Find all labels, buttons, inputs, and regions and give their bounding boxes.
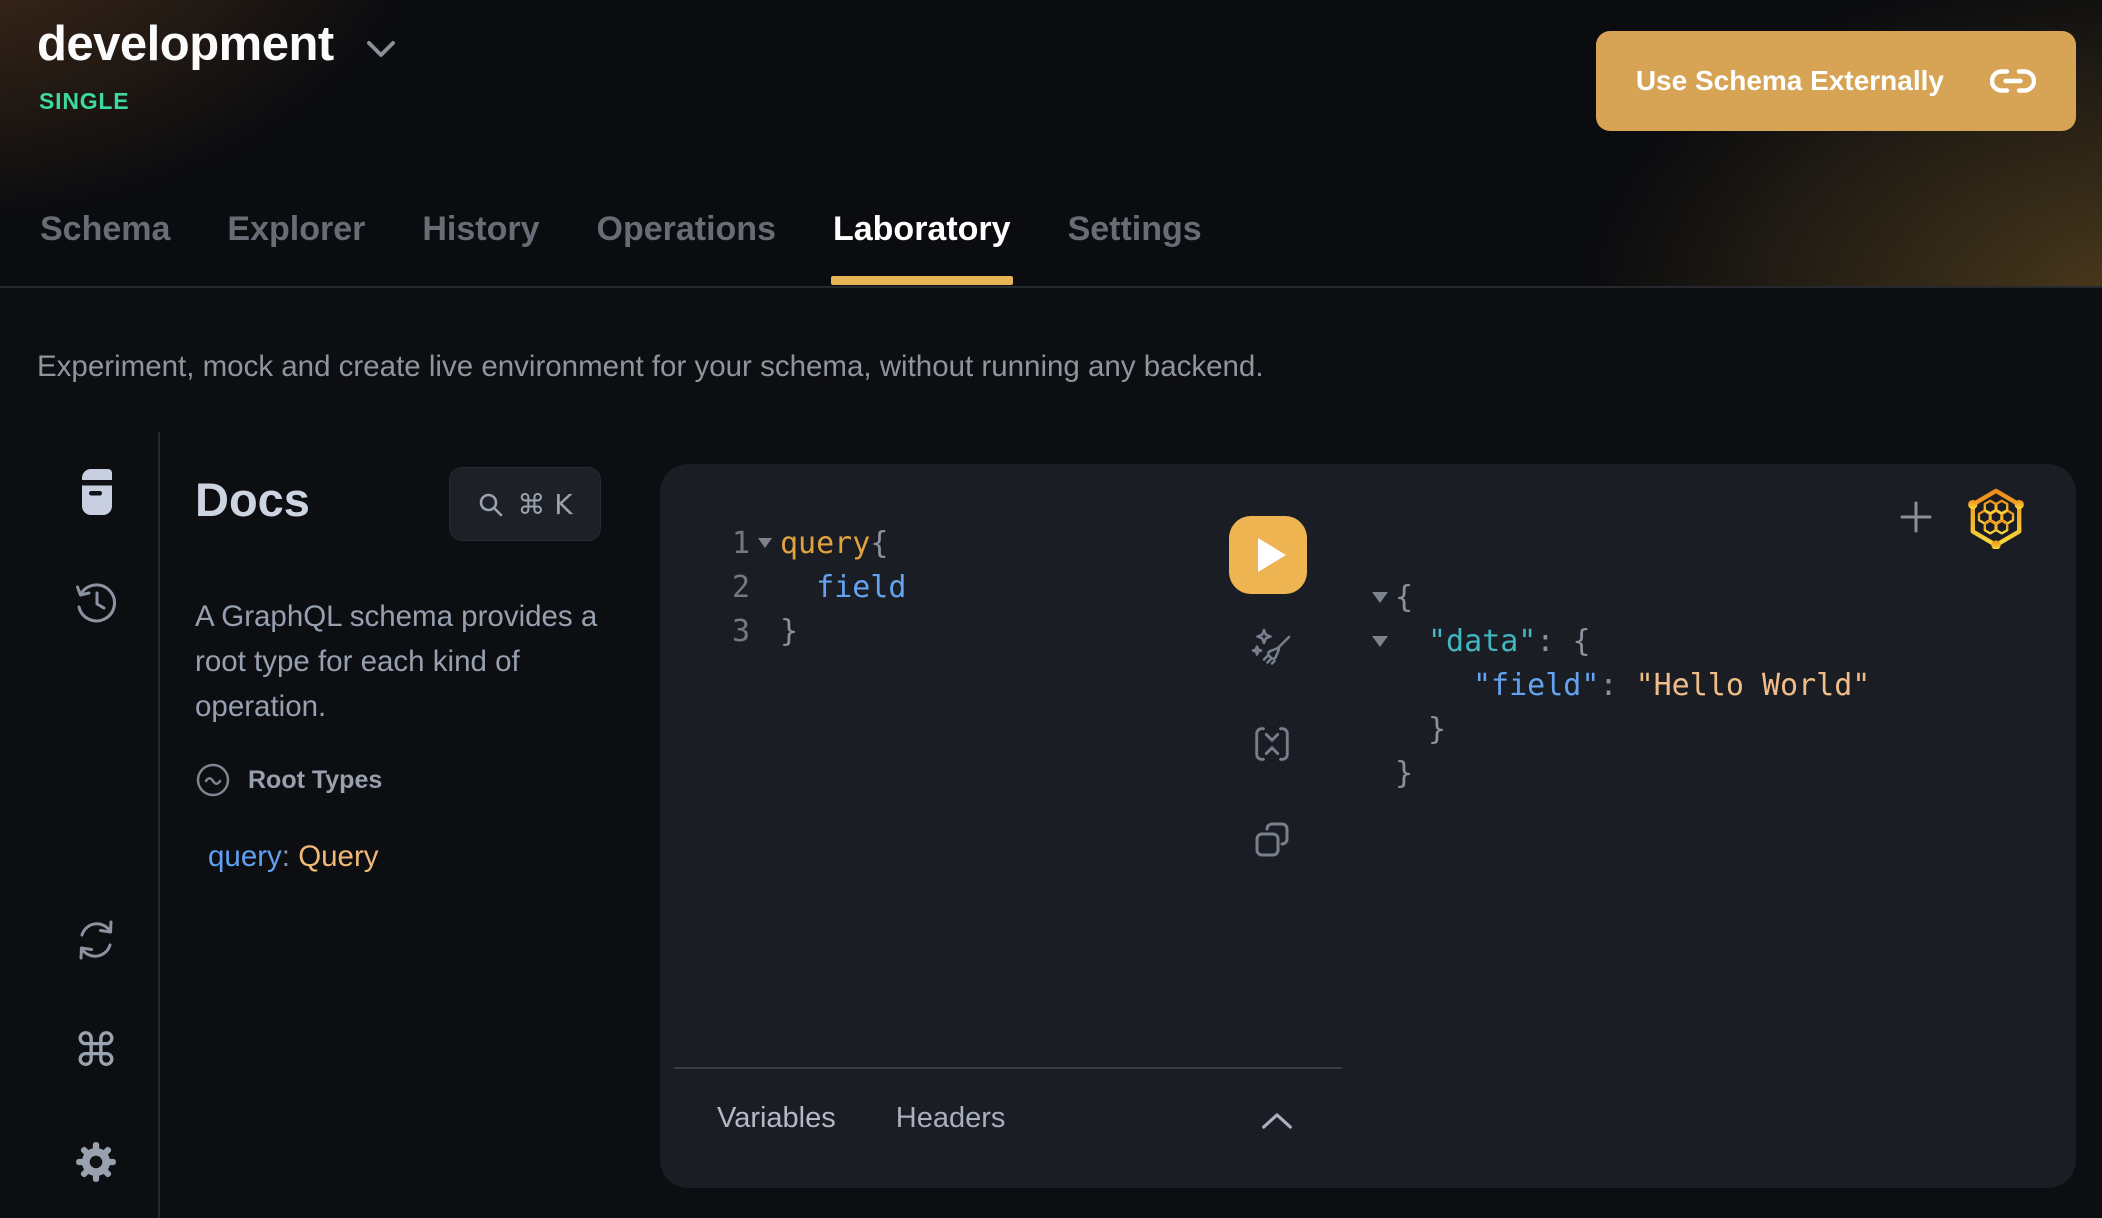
root-query-separator: : bbox=[282, 840, 298, 873]
tab-bar: Schema Explorer History Operations Labor… bbox=[0, 196, 2102, 286]
hive-logo-icon[interactable] bbox=[1967, 487, 2025, 549]
tab-history[interactable]: History bbox=[422, 210, 539, 286]
execute-query-button[interactable] bbox=[1229, 516, 1307, 594]
root-type-query-link[interactable]: query: Query bbox=[208, 840, 379, 874]
docs-sidebar-button[interactable] bbox=[74, 470, 118, 514]
code-field: field bbox=[816, 570, 906, 605]
plus-icon bbox=[1896, 497, 1936, 537]
play-icon bbox=[1258, 538, 1286, 572]
editor-line: 1 query{ bbox=[718, 521, 906, 565]
project-chevron-down-icon[interactable] bbox=[366, 39, 396, 59]
editor-line: 2 field bbox=[718, 565, 906, 609]
response-line: { bbox=[1372, 575, 1870, 619]
collapse-triangle-icon[interactable] bbox=[1372, 592, 1388, 603]
graphiql-panel: 1 query{ 2 field 3 } bbox=[660, 464, 2076, 1188]
add-tab-button[interactable] bbox=[1896, 497, 1936, 537]
tab-settings[interactable]: Settings bbox=[1068, 210, 1202, 286]
chevron-up-icon bbox=[1260, 1111, 1304, 1131]
tab-schema[interactable]: Schema bbox=[40, 210, 170, 286]
json-inner-close: } bbox=[1395, 712, 1446, 747]
json-data-key: "data" bbox=[1428, 624, 1536, 659]
refresh-icon bbox=[74, 918, 118, 962]
editor-line: 3 } bbox=[718, 609, 906, 653]
json-outer-close: } bbox=[1395, 756, 1413, 791]
sidebar-divider bbox=[158, 432, 160, 1218]
prettify-button[interactable] bbox=[1250, 626, 1294, 670]
merge-fragments-button[interactable] bbox=[1250, 722, 1294, 766]
response-line: } bbox=[1372, 707, 1870, 751]
settings-sidebar-button[interactable] bbox=[74, 1140, 118, 1184]
history-sidebar-button[interactable] bbox=[74, 580, 118, 624]
root-types-icon bbox=[195, 762, 231, 798]
root-query-key[interactable]: query bbox=[208, 840, 282, 873]
root-query-type[interactable]: Query bbox=[298, 840, 378, 873]
code-close-brace: } bbox=[780, 614, 798, 649]
line-number: 1 bbox=[718, 526, 750, 561]
collapse-triangle-icon[interactable] bbox=[1372, 636, 1388, 647]
command-icon: ⌘ bbox=[73, 1027, 119, 1073]
docs-search-button[interactable]: ⌘ K bbox=[449, 467, 601, 541]
refresh-sidebar-button[interactable] bbox=[74, 918, 118, 962]
link-icon bbox=[1990, 67, 2036, 95]
copy-icon bbox=[1252, 821, 1292, 861]
project-title-row: development bbox=[37, 16, 396, 72]
book-icon bbox=[75, 469, 117, 515]
response-line: } bbox=[1372, 751, 1870, 795]
editor-footer-divider bbox=[674, 1067, 1342, 1069]
collapse-footer-button[interactable] bbox=[1260, 1106, 1304, 1136]
response-line: "field": "Hello World" bbox=[1372, 663, 1870, 707]
tab-laboratory[interactable]: Laboratory bbox=[833, 210, 1011, 286]
merge-icon bbox=[1251, 723, 1293, 765]
use-schema-externally-button[interactable]: Use Schema Externally bbox=[1596, 31, 2076, 131]
copy-query-button[interactable] bbox=[1250, 819, 1294, 863]
code-open-brace: { bbox=[870, 526, 888, 561]
fold-triangle-icon[interactable] bbox=[750, 538, 780, 548]
variables-tab[interactable]: Variables bbox=[717, 1102, 836, 1135]
tab-operations[interactable]: Operations bbox=[597, 210, 776, 286]
query-editor[interactable]: 1 query{ 2 field 3 } bbox=[718, 521, 906, 653]
project-name: development bbox=[37, 16, 334, 72]
response-viewer: { "data": { "field": "Hello World" } } bbox=[1372, 575, 1870, 795]
environment-badge: SINGLE bbox=[39, 88, 129, 115]
json-outer-open: { bbox=[1395, 580, 1413, 615]
tab-explorer[interactable]: Explorer bbox=[227, 210, 365, 286]
json-inner-open: { bbox=[1573, 624, 1591, 659]
search-shortcut-label: ⌘ K bbox=[517, 488, 572, 521]
search-icon bbox=[477, 491, 504, 518]
json-field-key: "field" bbox=[1473, 668, 1599, 703]
code-keyword: query bbox=[780, 526, 870, 561]
line-number: 3 bbox=[718, 614, 750, 649]
root-types-label: Root Types bbox=[248, 766, 382, 795]
response-line: "data": { bbox=[1372, 619, 1870, 663]
headers-tab[interactable]: Headers bbox=[896, 1102, 1006, 1135]
prettify-broom-icon bbox=[1250, 626, 1294, 670]
json-field-value: "Hello World" bbox=[1636, 668, 1871, 703]
line-number: 2 bbox=[718, 570, 750, 605]
use-schema-label: Use Schema Externally bbox=[1636, 65, 1944, 97]
shortcuts-sidebar-button[interactable]: ⌘ bbox=[74, 1028, 118, 1072]
root-types-section: Root Types bbox=[195, 762, 382, 798]
history-clock-icon bbox=[74, 580, 118, 624]
gear-icon bbox=[73, 1139, 119, 1185]
editor-footer-tabs: Variables Headers bbox=[717, 1102, 1005, 1135]
page-header: development SINGLE Use Schema Externally… bbox=[0, 0, 2102, 288]
docs-title: Docs bbox=[195, 472, 310, 527]
docs-description: A GraphQL schema provides a root type fo… bbox=[195, 594, 625, 729]
page-subtitle: Experiment, mock and create live environ… bbox=[37, 350, 1264, 384]
